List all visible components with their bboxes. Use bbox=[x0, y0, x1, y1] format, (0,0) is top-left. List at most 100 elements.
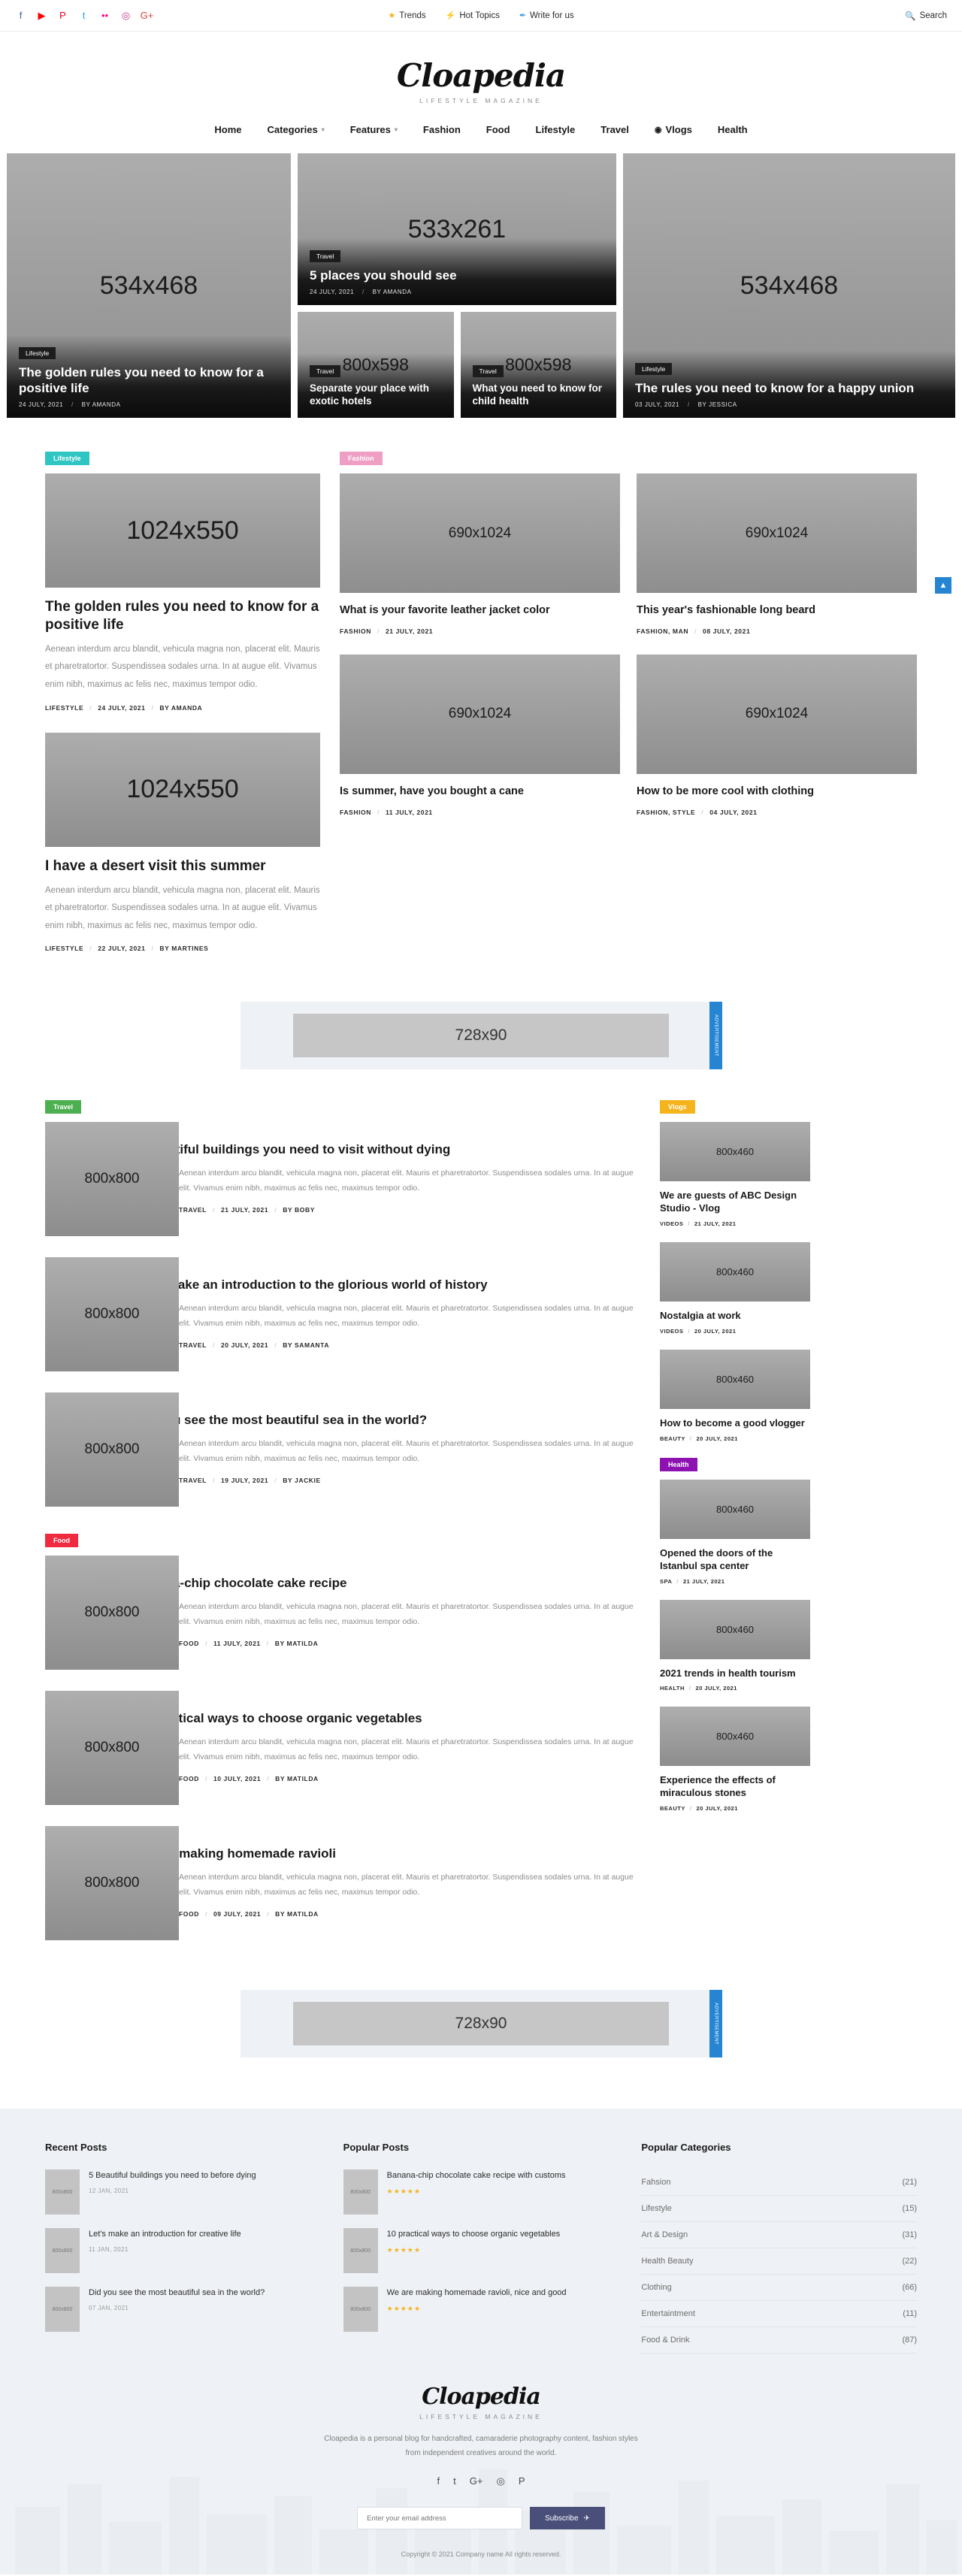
topbar-link-write-for-us[interactable]: ✒ Write for us bbox=[519, 11, 574, 21]
category-chip[interactable]: Lifestyle bbox=[19, 346, 56, 359]
flickr-icon[interactable]: •• bbox=[99, 10, 110, 21]
nav-item-features[interactable]: Features ▾ bbox=[337, 119, 410, 140]
post-thumbnail[interactable]: 690x1024 bbox=[637, 654, 917, 774]
instagram-icon[interactable]: ◎ bbox=[496, 2475, 504, 2487]
post-thumbnail[interactable]: 1024x550 bbox=[45, 732, 320, 847]
post-title[interactable]: 5 Beautiful buildings you need to visit … bbox=[134, 1141, 450, 1158]
post-category[interactable]: LIFESTYLE bbox=[45, 945, 83, 952]
instagram-icon[interactable]: ◎ bbox=[120, 10, 132, 21]
back-to-top-button[interactable]: ▲ bbox=[935, 577, 951, 594]
nav-item-lifestyle[interactable]: Lifestyle bbox=[523, 119, 588, 140]
hero-title[interactable]: 5 places you should see bbox=[310, 268, 604, 283]
post-thumbnail[interactable]: 800x800 bbox=[45, 1691, 179, 1806]
google-plus-icon[interactable]: G+ bbox=[141, 10, 154, 21]
post-thumbnail[interactable]: 690x1024 bbox=[340, 473, 620, 593]
ad-placeholder[interactable]: 728x90 bbox=[293, 1014, 669, 1058]
post-category[interactable]: FASHION bbox=[340, 627, 371, 635]
post-thumbnail[interactable]: 800x800 bbox=[45, 1257, 179, 1372]
nav-item-health[interactable]: Health bbox=[705, 119, 761, 140]
footer-logo[interactable]: Cloapedia LIFESTYLE MAGAZINE bbox=[45, 2354, 917, 2420]
category-chip[interactable]: Lifestyle bbox=[635, 362, 673, 375]
post-category[interactable]: FASHION, MAN bbox=[637, 627, 688, 635]
hero-card-left[interactable]: 534x468 Lifestyle The golden rules you n… bbox=[7, 153, 291, 418]
post-category[interactable]: TRAVEL bbox=[179, 1477, 207, 1484]
post-category[interactable]: FASHION bbox=[340, 809, 371, 816]
section-tag-health[interactable]: Health bbox=[660, 1457, 697, 1471]
post-title[interactable]: Is summer, have you bought a cane bbox=[340, 785, 620, 799]
post-category[interactable]: FOOD bbox=[179, 1775, 199, 1782]
post-title[interactable]: Opened the doors of the Istanbul spa cen… bbox=[660, 1547, 810, 1573]
post-category[interactable]: HEALTH bbox=[660, 1685, 685, 1692]
nav-item-food[interactable]: Food bbox=[473, 119, 523, 140]
category-row[interactable]: Entertaintment (11) bbox=[641, 2301, 918, 2328]
post-category[interactable]: FOOD bbox=[179, 1640, 199, 1647]
post-title[interactable]: The golden rules you need to know for a … bbox=[45, 598, 320, 634]
post-category[interactable]: VIDEOS bbox=[660, 1328, 683, 1335]
section-tag-vlogs[interactable]: Vlogs bbox=[660, 1100, 695, 1114]
post-thumbnail[interactable]: 1024x550 bbox=[45, 473, 320, 588]
post-category[interactable]: TRAVEL bbox=[179, 1341, 207, 1349]
pinterest-icon[interactable]: P bbox=[57, 10, 68, 21]
nav-item-home[interactable]: Home bbox=[201, 119, 254, 140]
post-thumbnail[interactable]: 690x1024 bbox=[340, 654, 620, 774]
category-chip[interactable]: Travel bbox=[472, 365, 504, 378]
recent-post-item[interactable]: 800x800 Let's make an introduction for cr… bbox=[45, 2228, 321, 2274]
category-row[interactable]: Art & Design (31) bbox=[641, 2222, 918, 2249]
section-tag-travel[interactable]: Travel bbox=[45, 1100, 82, 1114]
post-category[interactable]: FOOD bbox=[179, 1910, 199, 1918]
post-category[interactable]: BEAUTY bbox=[660, 1805, 685, 1812]
hero-card-right[interactable]: 534x468 Lifestyle The rules you need to … bbox=[623, 153, 955, 418]
hero-title[interactable]: The golden rules you need to know for a … bbox=[19, 364, 279, 397]
section-tag-fashion[interactable]: Fashion bbox=[340, 452, 383, 465]
post-category[interactable]: TRAVEL bbox=[179, 1206, 207, 1214]
hero-title[interactable]: What you need to know for child health bbox=[473, 382, 605, 408]
nav-item-vlogs[interactable]: ◉ Vlogs bbox=[642, 119, 705, 140]
post-title[interactable]: 2021 trends in health tourism bbox=[660, 1667, 810, 1680]
post-title[interactable]: This year's fashionable long beard bbox=[637, 603, 917, 618]
category-row[interactable]: Lifestyle (15) bbox=[641, 2196, 918, 2223]
post-title[interactable]: How to be more cool with clothing bbox=[637, 785, 917, 799]
category-chip[interactable]: Travel bbox=[310, 365, 341, 378]
recent-post-item[interactable]: 800x800 5 Beautiful buildings you need to… bbox=[45, 2169, 321, 2215]
category-row[interactable]: Fahsion (21) bbox=[641, 2169, 918, 2197]
section-tag-food[interactable]: Food bbox=[45, 1534, 78, 1548]
facebook-icon[interactable]: f bbox=[437, 2475, 440, 2487]
site-logo[interactable]: Cloapedia LIFESTYLE MAGAZINE bbox=[0, 32, 962, 119]
facebook-icon[interactable]: f bbox=[15, 10, 26, 21]
category-row[interactable]: Health Beauty (22) bbox=[641, 2248, 918, 2275]
nav-item-fashion[interactable]: Fashion bbox=[410, 119, 473, 140]
ad-placeholder[interactable]: 728x90 bbox=[293, 2002, 669, 2046]
twitter-icon[interactable]: t bbox=[453, 2475, 456, 2487]
hero-card-center-bottom-left[interactable]: 800x598 Travel Separate your place with … bbox=[298, 312, 454, 418]
post-thumbnail[interactable]: 690x1024 bbox=[637, 473, 917, 593]
topbar-link-hot-topics[interactable]: ⚡ Hot Topics bbox=[446, 11, 500, 21]
post-thumbnail[interactable]: 800x460 bbox=[660, 1241, 810, 1302]
email-field[interactable] bbox=[357, 2507, 523, 2530]
popular-post-item[interactable]: 800x800 We are making homemade ravioli, n… bbox=[343, 2287, 619, 2333]
category-row[interactable]: Food & Drink (87) bbox=[641, 2327, 918, 2354]
post-thumbnail[interactable]: 800x800 bbox=[45, 1826, 179, 1941]
post-thumbnail[interactable]: 800x460 bbox=[660, 1122, 810, 1182]
post-title[interactable]: I have a desert visit this summer bbox=[45, 857, 320, 875]
hero-title[interactable]: The rules you need to know for a happy u… bbox=[635, 380, 943, 396]
post-category[interactable]: VIDEOS bbox=[660, 1220, 683, 1227]
post-category[interactable]: FASHION, STYLE bbox=[637, 809, 695, 816]
post-thumbnail[interactable]: 800x460 bbox=[660, 1707, 810, 1767]
category-row[interactable]: Clothing (66) bbox=[641, 2275, 918, 2302]
subscribe-button[interactable]: Subscribe ✈ bbox=[530, 2507, 605, 2530]
search-button[interactable]: 🔍 Search bbox=[905, 11, 947, 21]
google-plus-icon[interactable]: G+ bbox=[470, 2475, 483, 2487]
youtube-icon[interactable]: ▶ bbox=[36, 10, 47, 21]
section-tag-lifestyle[interactable]: Lifestyle bbox=[45, 452, 89, 465]
post-thumbnail[interactable]: 800x460 bbox=[660, 1479, 810, 1539]
popular-post-item[interactable]: 800x800 Banana-chip chocolate cake recipe… bbox=[343, 2169, 619, 2215]
post-title[interactable]: We are guests of ABC Design Studio - Vlo… bbox=[660, 1190, 810, 1215]
nav-item-travel[interactable]: Travel bbox=[588, 119, 642, 140]
post-title[interactable]: How to become a good vlogger bbox=[660, 1417, 810, 1430]
post-thumbnail[interactable]: 800x460 bbox=[660, 1349, 810, 1409]
popular-post-item[interactable]: 800x800 10 practical ways to choose organ… bbox=[343, 2228, 619, 2274]
category-chip[interactable]: Travel bbox=[310, 249, 341, 262]
hero-title[interactable]: Separate your place with exotic hotels bbox=[310, 382, 442, 408]
pinterest-icon[interactable]: P bbox=[519, 2475, 525, 2487]
post-thumbnail[interactable]: 800x800 bbox=[45, 1122, 179, 1237]
